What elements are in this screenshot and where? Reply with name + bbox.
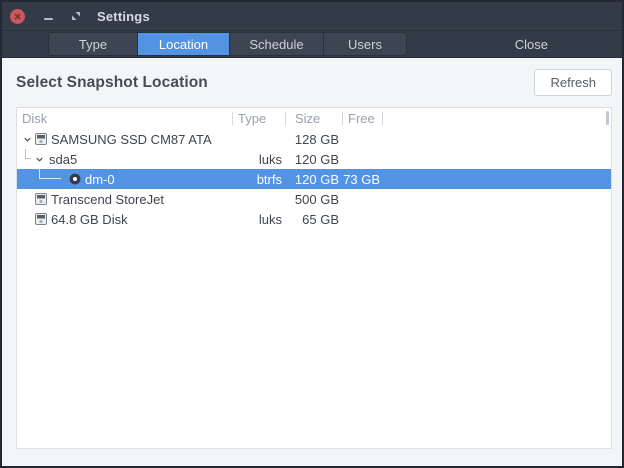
tree-line xyxy=(39,169,61,179)
refresh-button[interactable]: Refresh xyxy=(534,69,612,96)
row-samsung-ssd[interactable]: SAMSUNG SSD CM87 ATA 128 GB xyxy=(17,129,611,149)
disk-icon xyxy=(35,193,47,205)
close-button[interactable]: Close xyxy=(507,33,556,56)
size-cell: 65 GB xyxy=(302,211,339,227)
disk-name: sda5 xyxy=(49,151,78,167)
table-header: Disk Type Size Free xyxy=(17,108,611,129)
column-header-filler xyxy=(382,108,611,129)
size-cell: 120 GB xyxy=(294,151,339,167)
content-header: Select Snapshot Location Refresh xyxy=(16,69,612,96)
tab-users[interactable]: Users xyxy=(323,33,406,55)
size-cell: 500 GB xyxy=(294,191,339,207)
type-cell: btrfs xyxy=(256,171,282,187)
disk-icon xyxy=(35,213,47,225)
settings-window: Settings Type Location Schedule Users Cl… xyxy=(0,0,624,468)
page-title: Select Snapshot Location xyxy=(16,73,208,91)
window-restore-button[interactable] xyxy=(71,11,81,21)
disk-cell: Transcend StoreJet xyxy=(17,189,232,209)
restore-icon xyxy=(72,12,80,20)
row-dm0-selected[interactable]: dm-0 btrfs 120 GB 73 GB xyxy=(17,169,611,189)
disk-name: SAMSUNG SSD CM87 ATA xyxy=(51,131,212,147)
column-header-free[interactable]: Free xyxy=(342,108,382,129)
chevron-down-icon[interactable] xyxy=(21,133,33,145)
column-header-size[interactable]: Size xyxy=(285,108,342,129)
tab-location[interactable]: Location xyxy=(137,33,229,55)
close-icon xyxy=(14,12,21,20)
tree-line xyxy=(25,149,31,159)
disk-cell: 64.8 GB Disk xyxy=(17,209,232,229)
disk-name: Transcend StoreJet xyxy=(51,191,164,207)
disk-name: 64.8 GB Disk xyxy=(51,211,128,227)
volume-icon xyxy=(69,173,81,185)
window-close-button[interactable] xyxy=(10,8,25,24)
column-header-disk[interactable]: Disk xyxy=(17,108,232,129)
size-cell: 128 GB xyxy=(294,131,339,147)
window-minimize-button[interactable] xyxy=(43,9,53,24)
type-cell: luks xyxy=(258,151,282,167)
disk-cell: sda5 xyxy=(17,149,232,169)
scrollbar-thumb[interactable] xyxy=(606,111,609,125)
tab-type[interactable]: Type xyxy=(49,33,137,55)
column-header-type[interactable]: Type xyxy=(232,108,285,129)
size-cell: 120 GB xyxy=(294,171,339,187)
disk-cell: SAMSUNG SSD CM87 ATA xyxy=(17,129,232,149)
disk-name: dm-0 xyxy=(85,171,115,187)
disk-table: Disk Type Size Free SAMSUNG SSD CM87 ATA… xyxy=(16,107,612,449)
content-area: Select Snapshot Location Refresh Disk Ty… xyxy=(2,58,622,466)
tab-group: Type Location Schedule Users xyxy=(48,32,407,56)
tab-bar: Type Location Schedule Users Close xyxy=(2,31,622,58)
minimize-icon xyxy=(43,17,53,20)
window-title: Settings xyxy=(97,8,150,24)
row-64gb-disk[interactable]: 64.8 GB Disk luks 65 GB xyxy=(17,209,611,229)
tab-schedule[interactable]: Schedule xyxy=(229,33,323,55)
chevron-down-icon[interactable] xyxy=(33,153,45,165)
titlebar: Settings xyxy=(2,2,622,31)
disk-icon xyxy=(35,133,47,145)
row-transcend[interactable]: Transcend StoreJet 500 GB xyxy=(17,189,611,209)
free-cell: 73 GB xyxy=(343,171,380,187)
type-cell: luks xyxy=(258,211,282,227)
disk-cell: dm-0 xyxy=(17,169,232,189)
row-sda5[interactable]: sda5 luks 120 GB xyxy=(17,149,611,169)
